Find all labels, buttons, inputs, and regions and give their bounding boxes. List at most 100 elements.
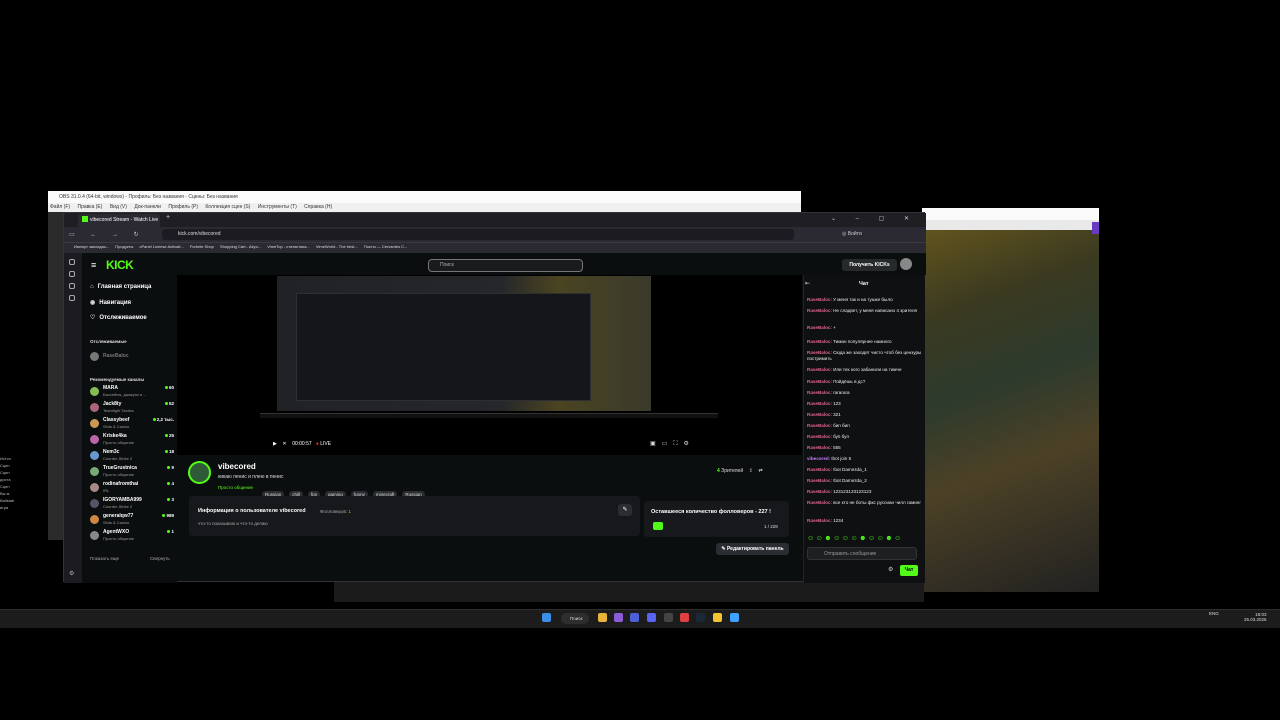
- chat-username[interactable]: RaseBaloc: [807, 478, 831, 483]
- nav-buttons[interactable]: ▭ ← → ↻: [69, 231, 146, 238]
- recommended-channel[interactable]: Classybeef Slots & Casino 2,2 тыс.: [90, 417, 174, 433]
- chat-username[interactable]: RaseBaloc: [807, 350, 831, 355]
- chat-username[interactable]: RaseBaloc: [807, 297, 831, 302]
- edit-icon[interactable]: ✎: [618, 504, 632, 516]
- app-icon[interactable]: [630, 613, 639, 622]
- chat-username[interactable]: RaseBaloc: [807, 367, 831, 372]
- bookmark-item[interactable]: Посты — Cervantes C...: [364, 244, 408, 249]
- recommended-channel[interactable]: Kriske4ka Просто общение 25: [90, 433, 174, 449]
- chat-username[interactable]: RaseBaloc: [807, 467, 831, 472]
- chat-username[interactable]: RaseBaloc: [807, 412, 831, 417]
- bookmark-item[interactable]: Shopping Cart - Akyo...: [220, 244, 261, 249]
- chat-username[interactable]: RaseBaloc: [807, 423, 831, 428]
- steam-icon[interactable]: [696, 613, 705, 622]
- window-controls[interactable]: ⌄ – ▢ ✕: [831, 215, 918, 222]
- play-icon[interactable]: ▶: [273, 441, 277, 447]
- kick-logo[interactable]: KICK: [106, 258, 134, 272]
- collapse-chat-icon[interactable]: ⇤: [805, 280, 810, 287]
- followers-number: 1: [348, 509, 351, 514]
- bookmark-item[interactable]: VimeWorld - The best...: [316, 244, 358, 249]
- bookmark-item[interactable]: Продукты: [115, 244, 133, 249]
- bookmark-item[interactable]: cPanel License Activati...: [139, 244, 183, 249]
- system-tray[interactable]: ENG: [1209, 611, 1219, 616]
- avatar[interactable]: [900, 258, 912, 270]
- chat-username[interactable]: RaseBaloc: [807, 434, 831, 439]
- app-icon[interactable]: [680, 613, 689, 622]
- show-more-link[interactable]: Показать еще: [90, 556, 119, 561]
- recommended-channel[interactable]: AgentWXO Просто общение 1: [90, 529, 174, 545]
- app-icon[interactable]: [730, 613, 739, 622]
- recommended-channel[interactable]: Jack8ty Teamfight Tactics 52: [90, 401, 174, 417]
- bookmark-item[interactable]: Импорт закладок...: [74, 244, 109, 249]
- stream-category[interactable]: Просто общение: [218, 485, 253, 490]
- bookmark-item[interactable]: VimeTop - статистика...: [267, 244, 310, 249]
- chrome-icon[interactable]: [713, 613, 722, 622]
- taskbar-search[interactable]: Поиск: [561, 613, 589, 624]
- chat-message: RaseBaloc: все кто не боты фкс руссиан ч…: [807, 500, 922, 505]
- chat-input[interactable]: Отправить сообщение: [807, 547, 917, 560]
- nav-home[interactable]: ⌂ Главная страница: [90, 284, 151, 290]
- chat-username[interactable]: RaseBaloc: [807, 401, 831, 406]
- send-chat-button[interactable]: Чат: [900, 565, 918, 576]
- chat-username[interactable]: vibecored: [807, 456, 829, 461]
- recommended-channel[interactable]: Nem3c Counter-Strike 2 18: [90, 449, 174, 465]
- explorer-icon[interactable]: [598, 613, 607, 622]
- browser-tab[interactable]: vibecored Stream - Watch Live: [78, 214, 160, 227]
- video-taskbar-frame: [260, 413, 718, 418]
- obs-menu-item[interactable]: Правка (E): [77, 204, 102, 210]
- sidebar-icon[interactable]: [69, 283, 75, 289]
- obs-icon[interactable]: [664, 613, 673, 622]
- url-bar[interactable]: kick.com/vibecored: [162, 229, 794, 240]
- get-kicks-button[interactable]: Получить KICKs: [842, 259, 897, 271]
- chat-settings-icon[interactable]: ⚙: [888, 566, 893, 573]
- emote-bar[interactable]: ☺☺☻☺☺☺☻☺☺☻☺: [807, 535, 903, 542]
- recommended-channel[interactable]: TrueGrustnica Просто общение 9: [90, 465, 174, 481]
- chat-username[interactable]: RaseBaloc: [807, 379, 831, 384]
- obs-menu-item[interactable]: Профиль (P): [168, 204, 198, 210]
- recommended-channel[interactable]: IGORYAMBA999 Counter-Strike 2 3: [90, 497, 174, 513]
- sidebar-icon[interactable]: [69, 271, 75, 277]
- more-icon[interactable]: ⇄: [758, 468, 762, 474]
- obs-menu-item[interactable]: Файл (F): [50, 204, 70, 210]
- obs-menu-item[interactable]: Док-панели: [134, 204, 161, 210]
- search-input[interactable]: Поиск: [428, 259, 583, 272]
- sidebar-icon[interactable]: [69, 259, 75, 265]
- chat-username[interactable]: RaseBaloc: [807, 390, 831, 395]
- player-controls-right[interactable]: ▣▭⛶⚙: [650, 440, 695, 448]
- chat-username[interactable]: RaseBaloc: [807, 325, 831, 330]
- menu-icon[interactable]: ≡: [91, 260, 96, 270]
- obs-menu-item[interactable]: Вид (V): [110, 204, 127, 210]
- obs-menu-item[interactable]: Справка (H): [304, 204, 332, 210]
- new-tab-icon[interactable]: +: [166, 214, 170, 221]
- channel-name[interactable]: vibecored: [218, 462, 256, 471]
- followed-channel[interactable]: RaseBaloc: [90, 350, 174, 366]
- app-icon[interactable]: [614, 613, 623, 622]
- edit-panel-button[interactable]: ✎ Редактировать панель: [716, 543, 789, 555]
- chat-username[interactable]: RaseBaloc: [807, 489, 831, 494]
- settings-icon[interactable]: ⚙: [69, 570, 74, 577]
- obs-menu-item[interactable]: Инструменты (T): [258, 204, 297, 210]
- discord-icon[interactable]: [647, 613, 656, 622]
- start-icon[interactable]: [542, 613, 551, 622]
- mute-icon[interactable]: ✕: [282, 441, 286, 447]
- viewer-number: 989: [166, 513, 174, 518]
- profile-button[interactable]: ◎ Войти: [842, 231, 862, 237]
- nav-browse[interactable]: ◉ Навигация: [90, 299, 131, 306]
- chat-username[interactable]: RaseBaloc: [807, 339, 831, 344]
- chat-username[interactable]: RaseBaloc: [807, 500, 831, 505]
- channel-avatar[interactable]: [188, 461, 211, 484]
- share-icon[interactable]: ⇪: [749, 468, 753, 474]
- recommended-channel[interactable]: rodinafromthai IRL 4: [90, 481, 174, 497]
- bookmark-item[interactable]: Fortnite Shop: [190, 244, 214, 249]
- recommended-channel[interactable]: generalqw77 Slots & Casino 989: [90, 513, 174, 529]
- obs-menu-item[interactable]: Коллекция сцен (S): [205, 204, 250, 210]
- nav-following[interactable]: ♡ Отслеживаемое: [90, 314, 147, 321]
- collapse-link[interactable]: Свернуть: [150, 556, 170, 561]
- chat-username[interactable]: RaseBaloc: [807, 445, 831, 450]
- recommended-channel[interactable]: MARA Бассейны, джакузи и ... 60: [90, 385, 174, 401]
- compass-icon: ◉: [90, 300, 96, 306]
- clock[interactable]: 18:03 25.03.2026: [1244, 612, 1267, 622]
- chat-username[interactable]: RaseBaloc: [807, 308, 831, 313]
- sidebar-icon[interactable]: [69, 295, 75, 301]
- chat-username[interactable]: RaseBaloc: [807, 518, 831, 523]
